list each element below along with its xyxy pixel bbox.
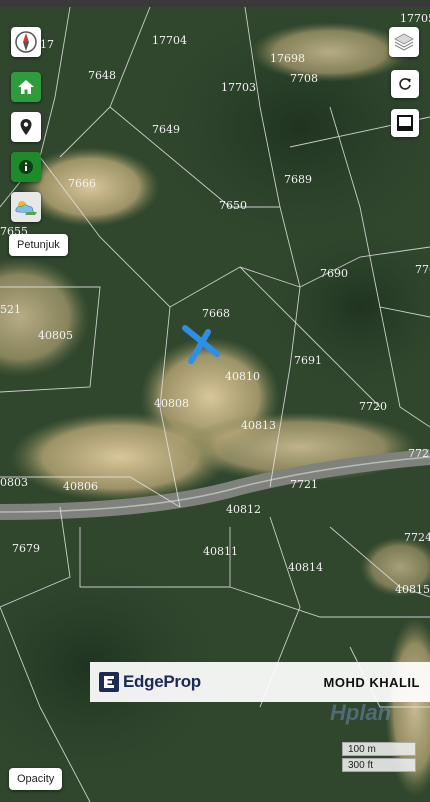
lot-label: 772: [408, 447, 429, 460]
lot-label: 17703: [221, 81, 256, 94]
compass-icon: [15, 31, 37, 53]
lot-label: 40808: [154, 397, 189, 410]
scale-imperial: 300 ft: [342, 758, 416, 772]
lot-label: 7721: [290, 478, 318, 491]
lot-label: 17705: [400, 12, 430, 25]
agent-name: MOHD KHALIL: [323, 674, 420, 690]
layers-button[interactable]: [389, 27, 419, 57]
directions-button[interactable]: Petunjuk: [9, 234, 68, 256]
lot-label: 17: [40, 38, 54, 51]
info-icon: [19, 160, 33, 174]
lot-label: 7689: [284, 173, 312, 186]
lot-label: 7691: [294, 354, 322, 367]
frame-icon: [397, 115, 413, 131]
lot-label: 7668: [202, 307, 230, 320]
lot-label: 17698: [270, 52, 305, 65]
lot-label: 17704: [152, 34, 187, 47]
lot-label: 7648: [88, 69, 116, 82]
frame-button[interactable]: [391, 109, 419, 137]
agent-banner[interactable]: EdgeProp MOHD KHALIL: [90, 662, 430, 702]
lot-label: 7724: [404, 531, 430, 544]
edgeprop-logo-icon: [99, 672, 119, 692]
home-icon: [18, 80, 34, 94]
hplan-watermark: Hplan: [330, 700, 392, 725]
refresh-button[interactable]: [391, 70, 419, 98]
info-button[interactable]: [11, 152, 41, 182]
lot-label: 7650: [219, 199, 247, 212]
lot-label: 40813: [241, 419, 276, 432]
lot-label: 521: [0, 303, 21, 316]
scale-metric: 100 m: [342, 742, 416, 756]
home-button[interactable]: [11, 72, 41, 102]
lot-label: 40806: [63, 480, 98, 493]
map-pin-icon: [20, 119, 32, 135]
lot-label: 40805: [38, 329, 73, 342]
lot-label: 7679: [12, 542, 40, 555]
refresh-icon: [399, 78, 411, 90]
lot-label: 7666: [68, 177, 96, 190]
lot-label: 7708: [290, 72, 318, 85]
opacity-button[interactable]: Opacity: [9, 768, 63, 790]
layers-icon: [394, 33, 414, 51]
lot-label: 7720: [359, 400, 387, 413]
lot-label: 40811: [203, 545, 238, 558]
lot-label: 7690: [320, 267, 348, 280]
lot-label: 40810: [225, 370, 260, 383]
weather-icon: [15, 201, 37, 215]
lot-label: 7649: [152, 123, 180, 136]
status-bar: [0, 0, 430, 7]
weather-button[interactable]: [11, 192, 41, 222]
lot-label: 7768: [415, 263, 430, 276]
edgeprop-logo: EdgeProp: [98, 671, 201, 693]
location-button[interactable]: [11, 112, 41, 142]
lot-label: 40815: [395, 583, 430, 596]
compass-button[interactable]: [11, 27, 41, 57]
lot-label: 40812: [226, 503, 261, 516]
brand-name: EdgeProp: [123, 672, 201, 691]
lot-label: 0803: [0, 476, 28, 489]
lot-label: 40814: [288, 561, 323, 574]
